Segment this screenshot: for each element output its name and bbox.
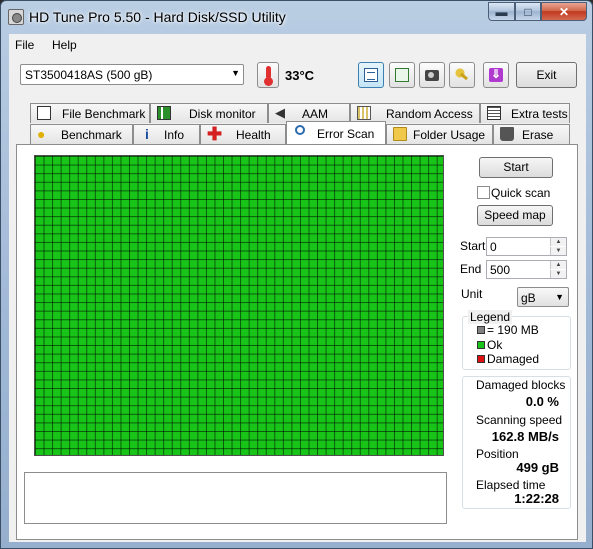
spin-up-icon[interactable]: ▲ xyxy=(550,238,566,246)
tab-label: Erase xyxy=(522,128,554,142)
tab-label: File Benchmark xyxy=(62,107,146,121)
tab-label: Random Access xyxy=(386,107,473,121)
caption-buttons: ▬ □ ✕ xyxy=(488,2,587,21)
start-field-label: Start xyxy=(460,239,486,253)
trash-icon xyxy=(500,127,514,141)
tab-label: Info xyxy=(164,128,185,142)
tab-label: Disk monitor xyxy=(189,107,256,121)
end-spinbox[interactable]: 500 ▲ ▼ xyxy=(486,260,567,279)
info-icon: i xyxy=(145,126,149,142)
minimize-button[interactable]: ▬ xyxy=(488,2,515,21)
menu-help[interactable]: Help xyxy=(52,38,77,52)
spin-up-icon[interactable]: ▲ xyxy=(550,261,566,269)
tab-row-top: File Benchmark Disk monitor ◀ AAM Random… xyxy=(30,103,570,123)
thermometer-icon[interactable] xyxy=(257,62,279,88)
tab-benchmark[interactable]: ● Benchmark xyxy=(30,124,133,144)
extra-tests-icon xyxy=(487,106,501,120)
end-value: 500 xyxy=(490,263,511,277)
tab-folder-usage[interactable]: Folder Usage xyxy=(386,124,493,144)
menu-bar: File Help xyxy=(9,34,586,57)
tab-label: Error Scan xyxy=(317,127,375,141)
camera-icon xyxy=(425,70,439,81)
elapsed-time-value: 1:22:28 xyxy=(514,491,559,506)
tab-erase[interactable]: Erase xyxy=(493,124,570,144)
start-value: 0 xyxy=(490,240,497,254)
chevron-down-icon: ▼ xyxy=(555,292,564,302)
drive-select-value: ST3500418AS (500 gB) xyxy=(25,68,153,82)
damaged-blocks-value: 0.0 % xyxy=(525,394,559,409)
app-icon[interactable] xyxy=(8,9,24,25)
maximize-button[interactable]: □ xyxy=(515,2,541,21)
legend-block-size: = 190 MB xyxy=(487,323,539,337)
disk-monitor-icon xyxy=(157,106,171,120)
damaged-blocks-label: Damaged blocks xyxy=(476,378,566,392)
position-label: Position xyxy=(476,447,519,461)
tab-extra-tests[interactable]: Extra tests xyxy=(480,103,570,123)
save-download-icon: ⇓ xyxy=(489,67,503,82)
tab-label: Extra tests xyxy=(511,107,568,121)
tab-label: Folder Usage xyxy=(413,128,486,142)
folder-icon xyxy=(393,127,407,141)
scanning-speed-value: 162.8 MB/s xyxy=(491,429,559,444)
tab-info[interactable]: i Info xyxy=(133,124,200,144)
unit-label: Unit xyxy=(461,287,483,301)
health-cross-icon: ✚ xyxy=(207,124,223,144)
legend-ok-label: Ok xyxy=(487,338,503,352)
random-access-icon xyxy=(357,106,371,120)
start-spinbox[interactable]: 0 ▲ ▼ xyxy=(486,237,567,256)
tab-aam[interactable]: ◀ AAM xyxy=(268,103,350,123)
speaker-icon: ◀ xyxy=(275,105,285,120)
copy-screenshot-button[interactable] xyxy=(389,62,415,88)
tab-row-bottom: ● Benchmark i Info ✚ Health Error Scan F… xyxy=(30,121,570,144)
drive-select[interactable]: ST3500418AS (500 gB) ▼ xyxy=(20,64,244,85)
copy-text-button[interactable] xyxy=(358,62,384,88)
tab-label: Benchmark xyxy=(61,128,122,142)
magnifier-icon xyxy=(295,125,305,135)
legend-damaged-swatch xyxy=(477,355,485,363)
scan-block-map xyxy=(34,155,444,456)
tab-label: AAM xyxy=(302,107,329,121)
exit-button[interactable]: Exit xyxy=(516,62,577,88)
tab-label: Health xyxy=(236,128,271,142)
legend-ok-swatch xyxy=(477,341,485,349)
unit-value: gB xyxy=(521,291,536,305)
title-bar[interactable]: HD Tune Pro 5.50 - Hard Disk/SSD Utility… xyxy=(1,1,592,33)
scanning-speed-label: Scanning speed xyxy=(476,413,563,427)
spin-down-icon[interactable]: ▼ xyxy=(550,270,566,278)
chevron-down-icon: ▼ xyxy=(231,68,240,78)
start-scan-button[interactable]: Start xyxy=(479,157,553,178)
benchmark-icon: ● xyxy=(37,126,46,142)
options-button[interactable] xyxy=(449,62,475,88)
quick-scan-label: Quick scan xyxy=(491,186,551,200)
end-field-label: End xyxy=(460,262,482,276)
speed-map-button[interactable]: Speed map xyxy=(477,205,553,226)
save-button[interactable]: ⇓ xyxy=(483,62,509,88)
menu-file[interactable]: File xyxy=(15,38,34,52)
legend-block-swatch xyxy=(477,326,485,334)
quick-scan-checkbox[interactable] xyxy=(477,186,490,199)
legend-title: Legend xyxy=(468,310,513,324)
elapsed-time-label: Elapsed time xyxy=(476,478,546,492)
tab-random-access[interactable]: Random Access xyxy=(350,103,480,123)
screenshot-button[interactable] xyxy=(419,62,445,88)
tab-error-scan[interactable]: Error Scan xyxy=(286,121,386,144)
copy-screenshot-icon xyxy=(395,68,409,82)
tab-disk-monitor[interactable]: Disk monitor xyxy=(150,103,268,123)
position-value: 499 gB xyxy=(516,460,559,475)
window-title: HD Tune Pro 5.50 - Hard Disk/SSD Utility xyxy=(29,9,286,25)
tab-file-benchmark[interactable]: File Benchmark xyxy=(30,103,150,123)
file-benchmark-icon xyxy=(37,106,51,120)
temperature-readout: 33°C xyxy=(285,68,315,83)
copy-text-icon xyxy=(364,68,378,82)
tab-health[interactable]: ✚ Health xyxy=(200,124,286,144)
spin-down-icon[interactable]: ▼ xyxy=(550,247,566,255)
scan-log-box[interactable] xyxy=(24,472,447,524)
app-window: HD Tune Pro 5.50 - Hard Disk/SSD Utility… xyxy=(0,0,593,549)
close-button[interactable]: ✕ xyxy=(541,2,587,21)
unit-select[interactable]: gB ▼ xyxy=(517,287,569,307)
legend-damaged-label: Damaged xyxy=(487,352,540,366)
keys-icon xyxy=(455,68,469,82)
